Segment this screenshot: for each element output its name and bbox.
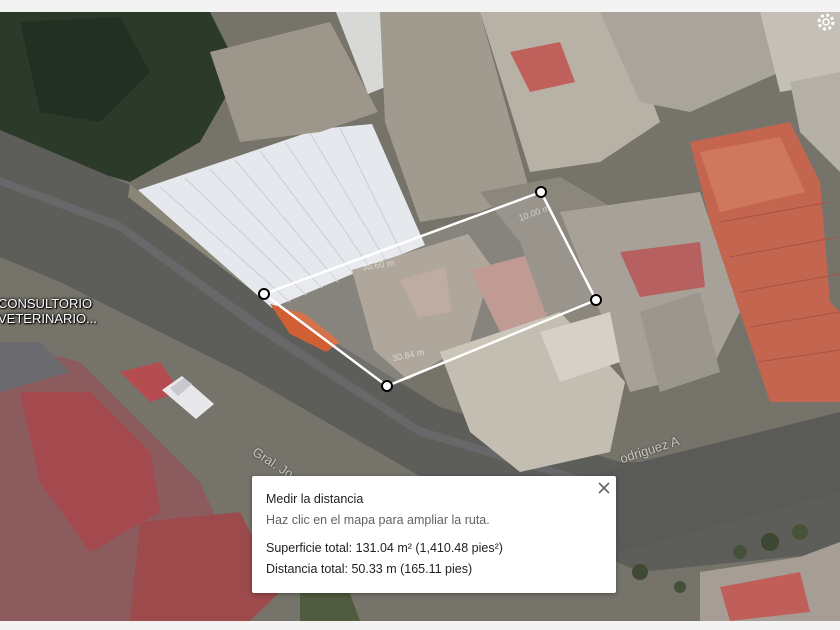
panel-hint: Haz clic en el mapa para ampliar la ruta… — [266, 513, 490, 527]
measure-point-icon[interactable] — [590, 294, 602, 306]
measured-area — [264, 192, 596, 386]
total-distance: Distancia total: 50.33 m (165.11 pies) — [266, 562, 473, 576]
top-border — [0, 0, 840, 12]
measure-distance-panel: Medir la distancia Haz clic en el mapa p… — [252, 476, 616, 593]
business-label-line2: VETERINARIO... — [0, 311, 97, 326]
bottom-border — [0, 621, 840, 630]
measure-point-icon[interactable] — [535, 186, 547, 198]
business-label[interactable]: CONSULTORIO VETERINARIO... — [0, 296, 97, 326]
panel-title: Medir la distancia — [266, 492, 364, 506]
gear-icon[interactable] — [816, 12, 836, 32]
measure-point-icon[interactable] — [258, 288, 270, 300]
total-area: Superficie total: 131.04 m² (1,410.48 pi… — [266, 541, 503, 555]
close-icon[interactable] — [594, 478, 614, 498]
business-label-line1: CONSULTORIO — [0, 296, 93, 311]
measure-point-icon[interactable] — [381, 380, 393, 392]
